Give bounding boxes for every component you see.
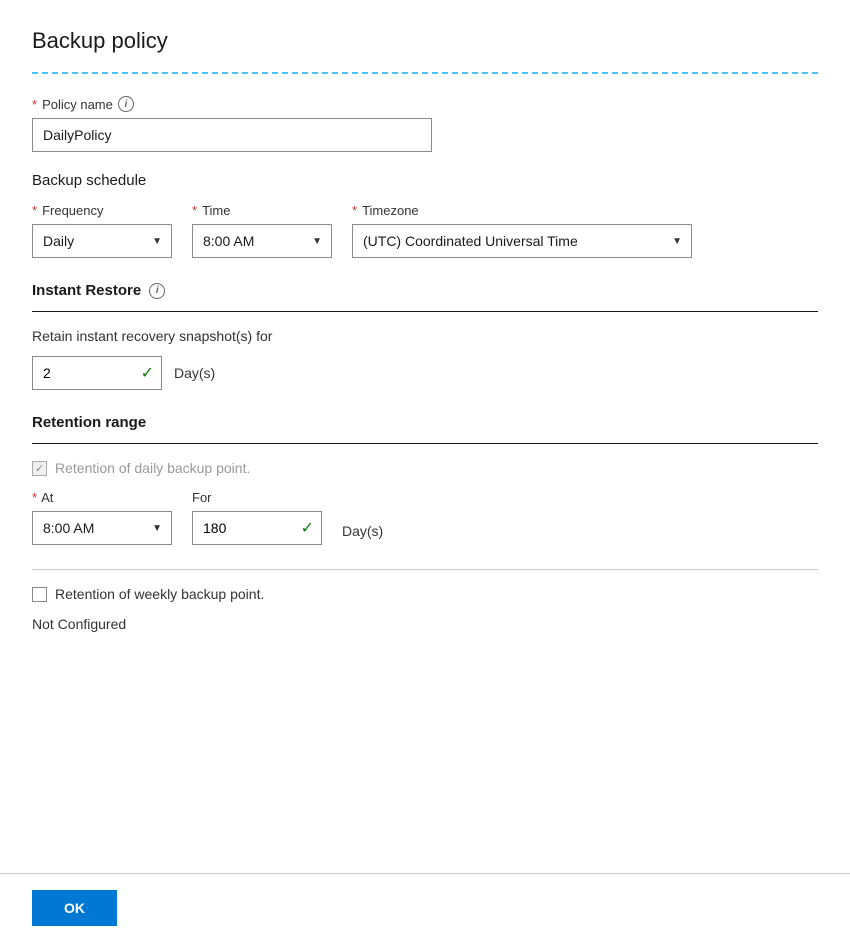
backup-policy-panel: Backup policy * Policy name i Backup sch…	[0, 0, 850, 942]
time-label: * Time	[192, 203, 332, 218]
policy-name-label-text: Policy name	[42, 97, 113, 112]
policy-name-required-star: *	[32, 97, 37, 112]
instant-restore-title: Instant Restore	[32, 282, 141, 299]
at-label-text: At	[41, 490, 53, 505]
for-check-icon: ✓	[301, 518, 314, 538]
retain-label: Retain instant recovery snapshot(s) for	[32, 328, 818, 344]
for-input-wrapper: ✓	[192, 511, 322, 545]
top-border-divider	[32, 72, 818, 74]
instant-restore-info-icon[interactable]: i	[149, 283, 165, 299]
time-label-text: Time	[202, 203, 230, 218]
policy-name-input[interactable]	[32, 118, 432, 152]
snapshot-unit-label: Day(s)	[174, 365, 215, 381]
panel-title: Backup policy	[32, 28, 818, 54]
frequency-field: * Frequency Daily Weekly ▼	[32, 203, 172, 258]
frequency-select[interactable]: Daily Weekly	[32, 224, 172, 258]
not-configured-label: Not Configured	[32, 616, 818, 632]
timezone-select[interactable]: (UTC) Coordinated Universal Time (UTC-08…	[352, 224, 692, 258]
instant-restore-header: Instant Restore i	[32, 282, 818, 299]
weekly-checkbox[interactable]	[32, 587, 47, 602]
frequency-label: * Frequency	[32, 203, 172, 218]
at-required-star: *	[32, 490, 37, 505]
frequency-row: * Frequency Daily Weekly ▼ * Time	[32, 203, 818, 258]
at-select-wrapper: 8:00 AM 12:00 PM 6:00 PM ▼	[32, 511, 172, 545]
retention-range-title: Retention range	[32, 414, 146, 431]
backup-schedule-title: Backup schedule	[32, 172, 818, 189]
backup-schedule-section: Backup schedule * Frequency Daily Weekly…	[32, 172, 818, 258]
weekly-checkbox-label: Retention of weekly backup point.	[55, 586, 264, 602]
for-unit-label: Day(s)	[342, 523, 383, 539]
snapshot-row: ✓ Day(s)	[32, 356, 818, 390]
frequency-label-text: Frequency	[42, 203, 103, 218]
daily-checkbox: ✓	[32, 461, 47, 476]
at-for-row: * At 8:00 AM 12:00 PM 6:00 PM ▼ For	[32, 490, 818, 545]
timezone-label: * Timezone	[352, 203, 692, 218]
instant-restore-section: Instant Restore i Retain instant recover…	[32, 282, 818, 390]
for-field: For ✓	[192, 490, 322, 545]
retention-range-section: Retention range ✓ Retention of daily bac…	[32, 414, 818, 632]
at-label: * At	[32, 490, 172, 505]
frequency-select-wrapper: Daily Weekly ▼	[32, 224, 172, 258]
policy-name-section: * Policy name i	[32, 96, 818, 152]
snapshot-input-wrapper: ✓	[32, 356, 162, 390]
policy-name-label: * Policy name i	[32, 96, 818, 112]
timezone-label-text: Timezone	[362, 203, 419, 218]
daily-checkbox-row: ✓ Retention of daily backup point.	[32, 460, 818, 476]
policy-name-info-icon[interactable]: i	[118, 96, 134, 112]
time-required-star: *	[192, 203, 197, 218]
at-field: * At 8:00 AM 12:00 PM 6:00 PM ▼	[32, 490, 172, 545]
timezone-field: * Timezone (UTC) Coordinated Universal T…	[352, 203, 692, 258]
footer: OK	[0, 873, 850, 942]
for-label: For	[192, 490, 322, 505]
daily-checkbox-check-icon: ✓	[35, 462, 44, 475]
time-field: * Time 8:00 AM 12:00 PM 6:00 PM ▼	[192, 203, 332, 258]
timezone-select-wrapper: (UTC) Coordinated Universal Time (UTC-08…	[352, 224, 692, 258]
retention-range-divider	[32, 443, 818, 444]
daily-checkbox-label: Retention of daily backup point.	[55, 460, 250, 476]
weekly-divider	[32, 569, 818, 570]
for-label-text: For	[192, 490, 212, 505]
weekly-checkbox-row: Retention of weekly backup point.	[32, 586, 818, 602]
snapshot-check-icon: ✓	[141, 363, 154, 383]
instant-restore-divider	[32, 311, 818, 312]
time-select[interactable]: 8:00 AM 12:00 PM 6:00 PM	[192, 224, 332, 258]
timezone-required-star: *	[352, 203, 357, 218]
ok-button[interactable]: OK	[32, 890, 117, 926]
frequency-required-star: *	[32, 203, 37, 218]
time-select-wrapper: 8:00 AM 12:00 PM 6:00 PM ▼	[192, 224, 332, 258]
at-select[interactable]: 8:00 AM 12:00 PM 6:00 PM	[32, 511, 172, 545]
retention-range-header: Retention range	[32, 414, 818, 431]
